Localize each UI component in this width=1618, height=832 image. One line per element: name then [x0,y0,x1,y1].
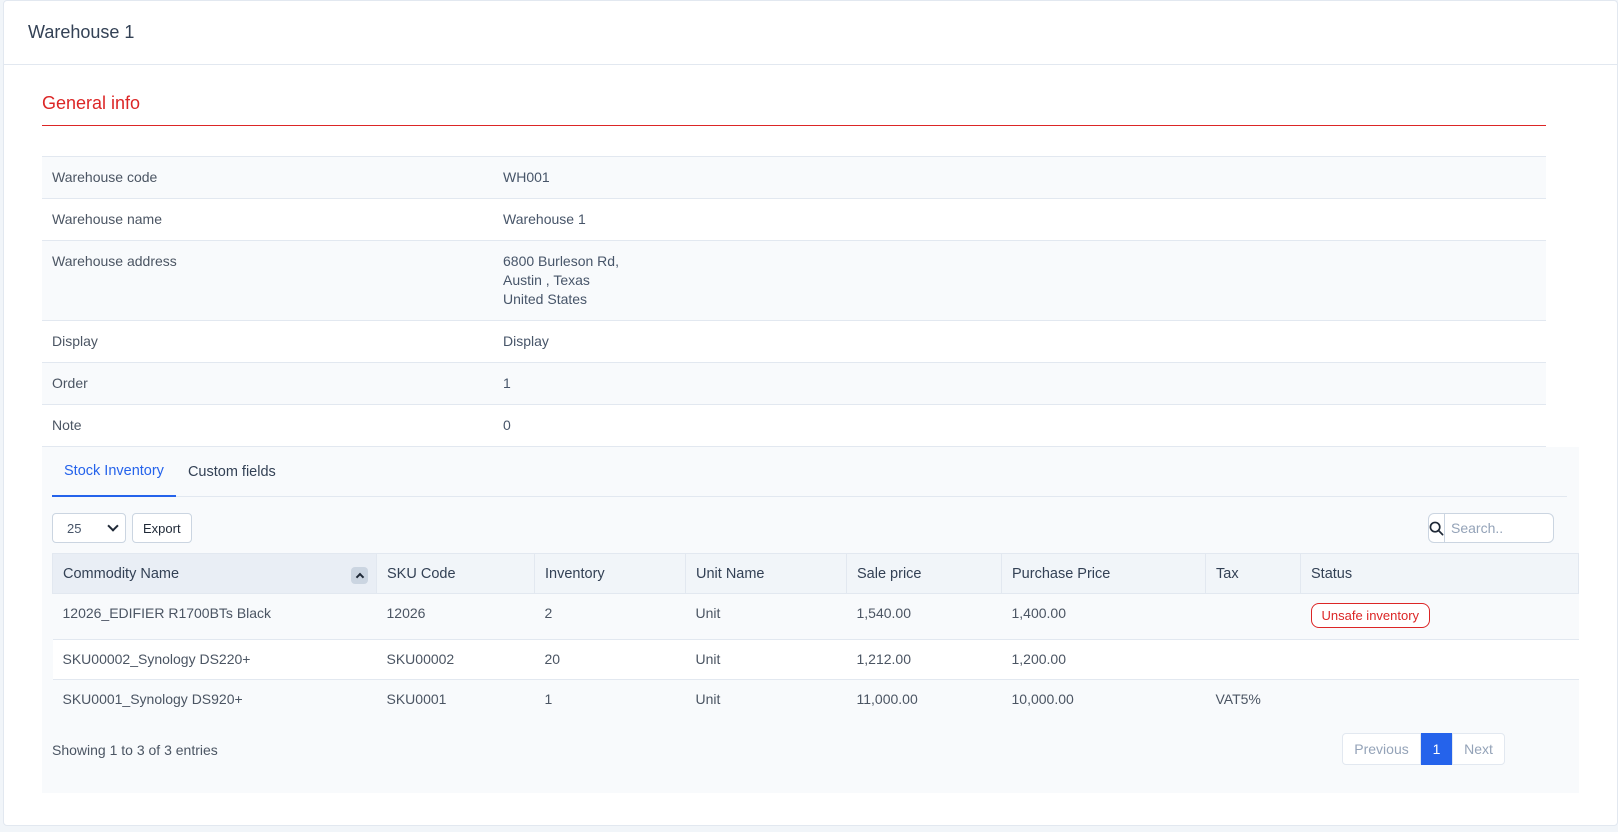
cell-commodity-name: 12026_EDIFIER R1700BTs Black [52,593,377,640]
table-header-row: Commodity Name SKU Code Inventory Unit N… [52,553,1579,594]
table-row: 12026_EDIFIER R1700BTs Black 12026 2 Uni… [52,593,1579,640]
info-value: 0 [493,404,1546,447]
cell-sale-price: 1,212.00 [846,639,1002,680]
cell-unit-name: Unit [685,679,847,720]
table-row: SKU0001_Synology DS920+ SKU0001 1 Unit 1… [52,679,1579,720]
cell-inventory: 2 [534,593,686,640]
tab-bar: Stock Inventory Custom fields [52,447,1567,497]
cell-sku-code: SKU0001 [376,679,535,720]
info-row-warehouse-code: Warehouse code WH001 [42,156,1546,199]
info-label: Order [42,362,493,405]
page-size-value: 25 [67,520,82,536]
cell-status [1300,679,1579,720]
info-row-display: Display Display [42,320,1546,363]
cell-purchase-price: 10,000.00 [1001,679,1206,720]
info-row-order: Order 1 [42,362,1546,405]
search-input[interactable] [1445,514,1553,542]
status-badge: Unsafe inventory [1310,603,1431,628]
column-header-label: Commodity Name [63,565,180,582]
info-row-warehouse-name: Warehouse name Warehouse 1 [42,198,1546,241]
search-icon[interactable] [1429,514,1445,542]
table-info: Showing 1 to 3 of 3 entries [52,742,218,758]
warehouse-panel: Warehouse 1 General info Warehouse code … [3,0,1618,826]
cell-unit-name: Unit [685,593,847,640]
address-line: Austin , Texas [503,272,590,288]
cell-tax [1205,593,1301,640]
previous-page-button[interactable]: Previous [1342,733,1421,765]
table-row: SKU00002_Synology DS220+ SKU00002 20 Uni… [52,639,1579,680]
cell-purchase-price: 1,200.00 [1001,639,1206,680]
inventory-table: Commodity Name SKU Code Inventory Unit N… [52,553,1579,720]
page-size-select[interactable]: 25 [52,513,126,543]
chevron-down-icon [107,520,119,532]
cell-status: Unsafe inventory [1300,593,1579,640]
info-value: Display [493,320,1546,363]
column-header-unit-name[interactable]: Unit Name [685,553,847,594]
cell-commodity-name: SKU0001_Synology DS920+ [52,679,377,720]
cell-commodity-name: SKU00002_Synology DS220+ [52,639,377,680]
address-line: 6800 Burleson Rd, [503,253,619,269]
export-button[interactable]: Export [132,513,192,543]
inventory-section: Stock Inventory Custom fields 25 Export [42,447,1579,793]
column-header-sku-code[interactable]: SKU Code [376,553,535,594]
search-box [1428,513,1554,543]
column-header-purchase-price[interactable]: Purchase Price [1001,553,1206,594]
column-header-sale-price[interactable]: Sale price [846,553,1002,594]
info-row-warehouse-address: Warehouse address 6800 Burleson Rd, Aust… [42,240,1546,321]
table-toolbar: 25 Export [52,513,192,543]
column-header-status[interactable]: Status [1300,553,1579,594]
general-info-table: Warehouse code WH001 Warehouse name Ware… [42,156,1546,447]
info-value: 1 [493,362,1546,405]
page-1-button[interactable]: 1 [1421,733,1452,765]
cell-status [1300,639,1579,680]
info-label: Note [42,404,493,447]
cell-tax [1205,639,1301,680]
column-header-commodity-name[interactable]: Commodity Name [52,553,377,594]
cell-sale-price: 1,540.00 [846,593,1002,640]
pagination: Previous 1 Next [1342,733,1505,765]
tab-custom-fields[interactable]: Custom fields [176,447,288,497]
info-label: Warehouse name [42,198,493,241]
info-value-address: 6800 Burleson Rd, Austin , Texas United … [493,240,1546,321]
cell-sale-price: 11,000.00 [846,679,1002,720]
info-value: WH001 [493,156,1546,199]
cell-sku-code: 12026 [376,593,535,640]
cell-purchase-price: 1,400.00 [1001,593,1206,640]
page-title: Warehouse 1 [4,1,1617,65]
cell-inventory: 1 [534,679,686,720]
sort-asc-icon[interactable] [351,567,368,584]
tab-stock-inventory[interactable]: Stock Inventory [52,447,176,497]
section-title-general-info: General info [42,93,1546,126]
panel-body: General info Warehouse code WH001 Wareho… [42,65,1582,793]
column-header-inventory[interactable]: Inventory [534,553,686,594]
info-label: Warehouse code [42,156,493,199]
cell-sku-code: SKU00002 [376,639,535,680]
info-value: Warehouse 1 [493,198,1546,241]
cell-unit-name: Unit [685,639,847,680]
info-label: Display [42,320,493,363]
address-line: United States [503,291,588,307]
next-page-button[interactable]: Next [1452,733,1505,765]
cell-tax: VAT5% [1205,679,1301,720]
info-label: Warehouse address [42,240,493,321]
column-header-tax[interactable]: Tax [1205,553,1301,594]
info-row-note: Note 0 [42,404,1546,447]
cell-inventory: 20 [534,639,686,680]
